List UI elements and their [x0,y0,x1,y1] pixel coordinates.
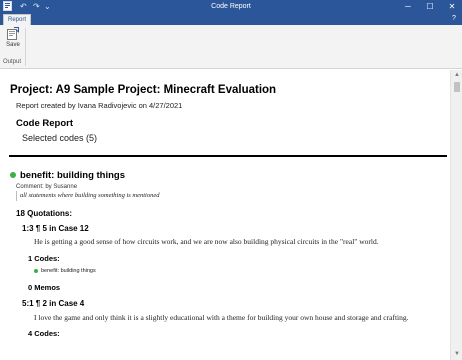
quotation-count: 18 Quotations: [16,209,73,218]
quotation-text: I love the game and only think it is a s… [34,313,409,322]
project-title: Project: A9 Sample Project: Minecraft Ev… [10,84,277,96]
code-color-dot-icon [10,172,16,178]
window-title: Code Report [211,3,251,10]
quotation-text: He is getting a good sense of how circui… [34,237,379,246]
ribbon-group-output-label: Output [3,59,22,65]
title-bar: ↶ ↷ ⌄ Code Report ─ ☐ ✕ [0,0,462,14]
ribbon-group-separator [25,28,26,66]
code-name: benefit: building things [20,170,126,181]
selected-codes-count: Selected codes (5) [22,133,98,143]
comment-text: all statements where building something … [20,192,160,199]
ribbon-tab-row: Report ? [0,14,462,25]
save-button[interactable]: Save [4,27,22,53]
help-button[interactable]: ? [446,13,462,25]
section-divider [9,155,447,157]
scrollbar-thumb[interactable] [454,82,460,92]
quotation-header: 1:3 ¶ 5 in Case 12 [22,224,89,233]
quotation-header: 5:1 ¶ 2 in Case 4 [22,299,85,308]
minimize-button[interactable]: ─ [400,0,416,14]
section-title: Code Report [16,118,73,129]
save-icon [4,27,22,40]
tab-report[interactable]: Report [3,14,31,25]
scroll-up-arrow-icon[interactable]: ▲ [451,70,462,80]
report-view: Project: A9 Sample Project: Minecraft Ev… [0,70,450,360]
maximize-button[interactable]: ☐ [422,0,438,14]
vertical-scrollbar[interactable]: ▲ ▼ [450,70,462,360]
quotation-codes-label: 1 Codes: [28,254,60,263]
close-button[interactable]: ✕ [444,0,460,14]
report-created-by: Report created by Ivana Radivojevic on 4… [16,101,183,110]
quotation-memos-label: 0 Memos [28,283,61,292]
quotation-codes-label: 4 Codes: [28,329,60,338]
comment-label: Comment: by Susanne [16,184,78,190]
quotation-code-item: benefit: building things [41,268,96,274]
comment-bar [16,191,17,201]
code-color-dot-icon [34,269,38,273]
scroll-down-arrow-icon[interactable]: ▼ [451,349,462,359]
ribbon: Save Output [0,25,462,69]
save-label: Save [6,42,20,48]
